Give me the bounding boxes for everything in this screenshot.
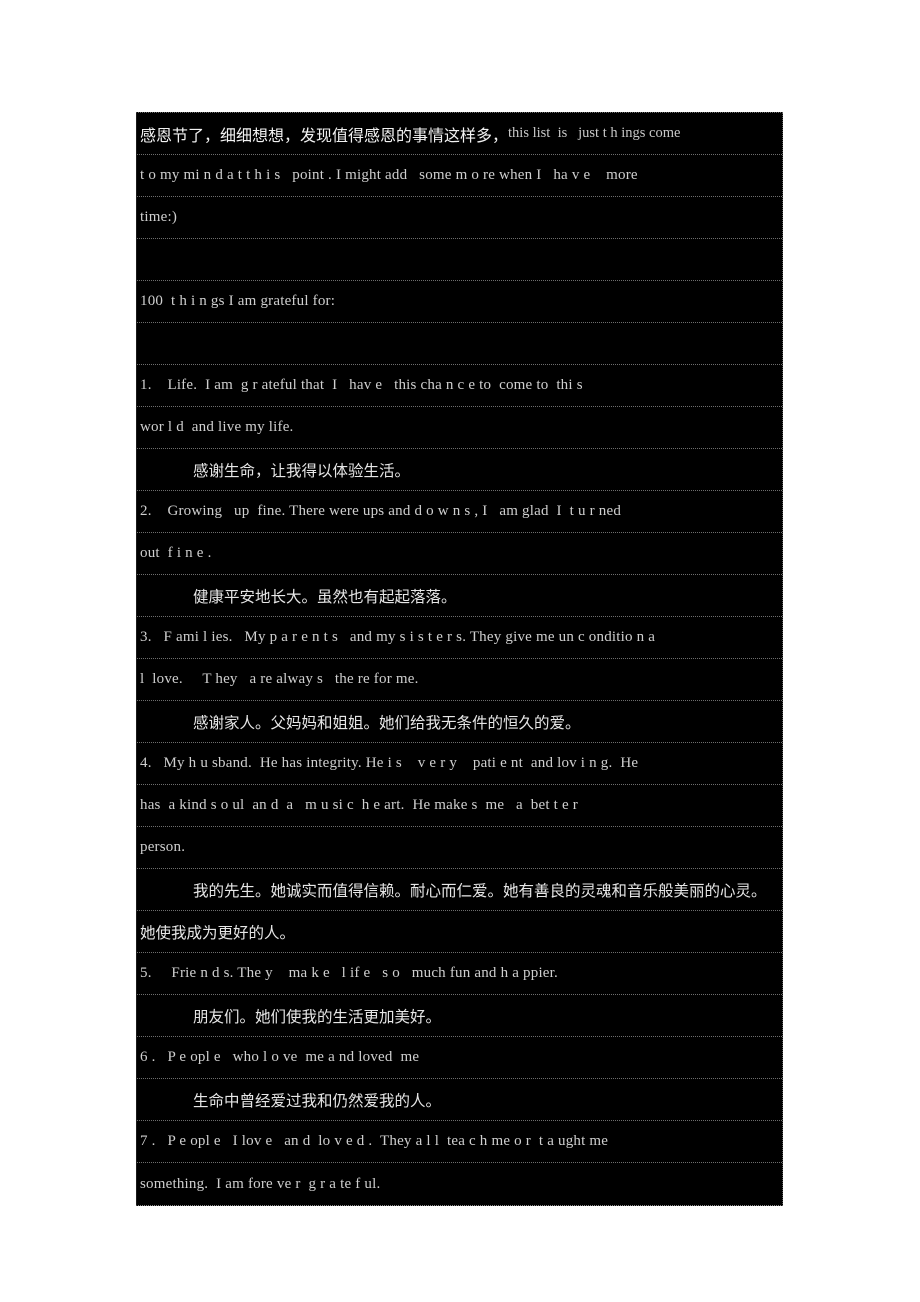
intro-zh-lead: 感恩节了，细细想想，发现值得感恩的事情这样多， [140,125,509,145]
item-4-en-line-1: 4. My h u sband. He has integrity. He i … [137,743,782,785]
item-4-zh-line-2: 她使我成为更好的人。 [137,911,782,953]
intro-line-2: t o my mi n d a t t h i s point . I migh… [137,155,782,197]
item-1-en-line-1: 1. Life. I am g r ateful that I hav e th… [137,365,782,407]
item-5-zh-line-1: 朋友们。她们使我的生活更加美好。 [137,995,782,1037]
item-4-zh-line-1: 我的先生。她诚实而值得信赖。耐心而仁爱。她有善良的灵魂和音乐般美丽的心灵。 [137,869,782,911]
spacer-line-2 [137,323,782,365]
item-2-zh-line-1: 健康平安地长大。虽然也有起起落落。 [137,575,782,617]
item-6-zh-line-1: 生命中曾经爱过我和仍然爱我的人。 [137,1079,782,1121]
spacer-line-1 [137,239,782,281]
document-page: 感恩节了，细细想想，发现值得感恩的事情这样多， this list is just… [0,0,920,1302]
item-2-en-line-1: 2. Growing up fine. There were ups and d… [137,491,782,533]
list-heading: 100 t h i n gs I am grateful for: [137,281,782,323]
item-5-en-line-1: 5. Frie n d s. The y ma k e l if e s o m… [137,953,782,995]
item-3-en-line-1: 3. F ami l ies. My p a r e n t s and my … [137,617,782,659]
item-1-zh-line-1: 感谢生命，让我得以体验生活。 [137,449,782,491]
intro-line-1: 感恩节了，细细想想，发现值得感恩的事情这样多， this list is just… [137,113,782,155]
intro-line-3: time:) [137,197,782,239]
scanned-text-block: 感恩节了，细细想想，发现值得感恩的事情这样多， this list is just… [136,112,783,1206]
item-3-zh-line-1: 感谢家人。父妈妈和姐姐。她们给我无条件的恒久的爱。 [137,701,782,743]
item-4-en-line-3: person. [137,827,782,869]
item-4-en-line-2: has a kind s o ul an d a m u si c h e ar… [137,785,782,827]
item-1-en-line-2: wor l d and live my life. [137,407,782,449]
item-3-en-line-2: l love. T hey a re alway s the re for me… [137,659,782,701]
intro-en-lead: this list is just t h ings come [508,125,681,141]
item-6-en-line-1: 6 . P e opl e who l o ve me a nd loved m… [137,1037,782,1079]
item-2-en-line-2: out f i n e . [137,533,782,575]
item-7-en-line-2: something. I am fore ve r g r a te f ul. [140,1175,381,1192]
item-7-en-line-1: 7 . P e opl e I lov e an d lo v e d . Th… [137,1121,782,1163]
